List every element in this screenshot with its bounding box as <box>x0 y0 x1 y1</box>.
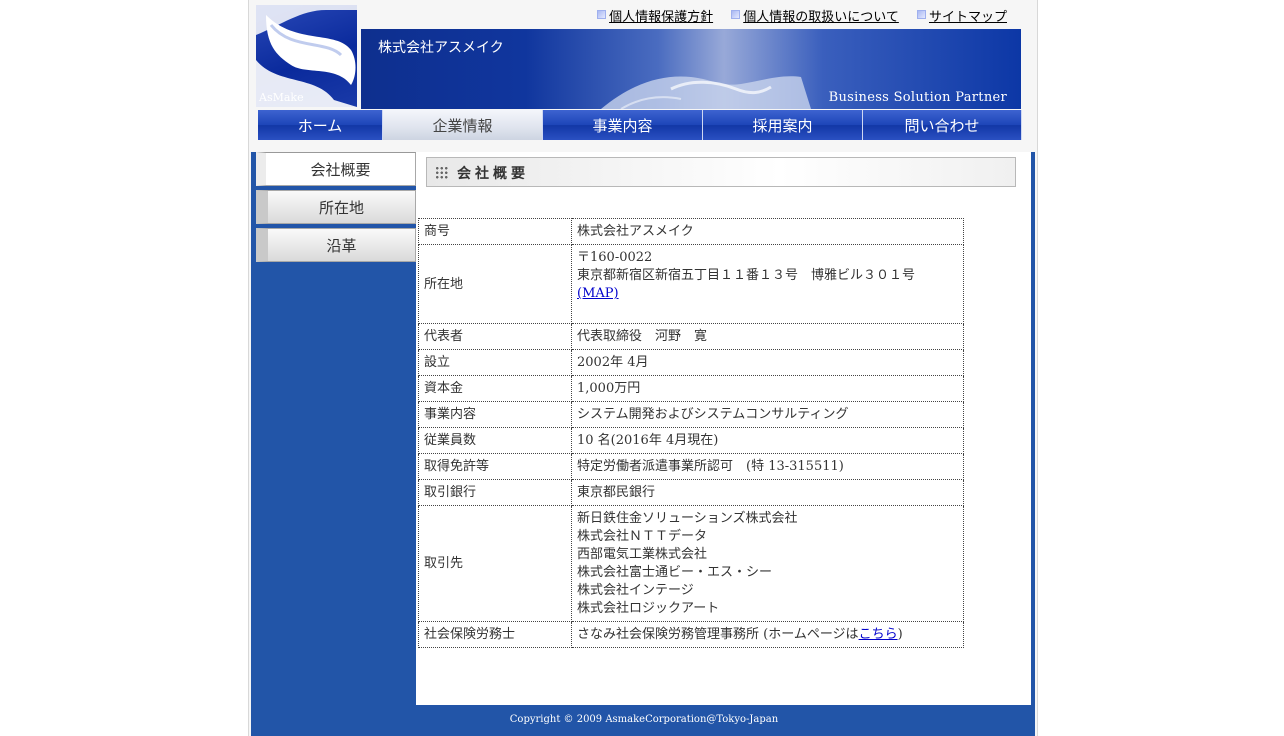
table-row: 設立 2002年 4月 <box>418 349 964 376</box>
section-title: 会社概要 <box>457 166 529 182</box>
table-row: 商号 株式会社アスメイク <box>418 218 964 245</box>
header-banner: 株式会社アスメイク Business Solution Partner <box>361 29 1021 109</box>
nav-company-info[interactable]: 企業情報 <box>383 110 543 140</box>
clients-cell: 新日鉄住金ソリューションズ株式会社 株式会社ＮＴＴデータ 西部電気工業株式会社 … <box>571 505 964 622</box>
table-row: 取引銀行 東京都民銀行 <box>418 479 964 506</box>
row-value: 代表取締役 河野 寛 <box>571 323 964 350</box>
table-row: 取得免許等 特定労働者派遣事業所認可 (特 13-315511) <box>418 453 964 480</box>
client-item: 株式会社富士通ビー・エス・シー <box>577 565 773 580</box>
client-item: 株式会社ＮＴＴデータ <box>577 529 708 544</box>
nav-business[interactable]: 事業内容 <box>543 110 703 140</box>
sharoushi-suffix: ) <box>897 627 903 642</box>
company-name: 株式会社アスメイク <box>378 40 504 56</box>
table-row: 事業内容 システム開発およびシステムコンサルティング <box>418 401 964 428</box>
nav-contact[interactable]: 問い合わせ <box>863 110 1022 140</box>
client-item: 西部電気工業株式会社 <box>577 547 708 562</box>
top-links: 個人情報保護方針 個人情報の取扱いについて サイトマップ <box>583 6 1007 25</box>
row-value: 特定労働者派遣事業所認可 (特 13-315511) <box>571 453 964 480</box>
footer-copyright: Copyright © 2009 AsmakeCorporation@Tokyo… <box>509 714 779 725</box>
section-header: 会社概要 <box>426 157 1016 187</box>
client-item: 株式会社ロジックアート <box>577 601 720 616</box>
bullet-icon <box>597 10 607 19</box>
company-logo[interactable]: AsMake <box>256 5 357 107</box>
row-label: 設立 <box>418 349 572 376</box>
nav-home[interactable]: ホーム <box>258 110 383 140</box>
sitemap-link[interactable]: サイトマップ <box>929 10 1007 25</box>
row-label: 商号 <box>418 218 572 245</box>
company-info-table: 商号 株式会社アスメイク 所在地 〒160-0022 東京都新宿区新宿五丁目１１… <box>418 218 964 648</box>
row-value: システム開発およびシステムコンサルティング <box>571 401 964 428</box>
bullet-icon <box>916 10 926 19</box>
nav-recruit[interactable]: 採用案内 <box>703 110 863 140</box>
row-value: 10 名(2016年 4月現在) <box>571 427 964 454</box>
tagline: Business Solution Partner <box>828 90 1007 105</box>
row-value: 2002年 4月 <box>571 349 964 376</box>
map-link[interactable]: (MAP) <box>577 286 619 301</box>
privacy-policy-link[interactable]: 個人情報保護方針 <box>609 10 713 25</box>
row-value: 1,000万円 <box>571 375 964 402</box>
sharoushi-name: さなみ社会保険労務管理事務所 (ホームページは <box>577 627 859 642</box>
table-row: 資本金 1,000万円 <box>418 375 964 402</box>
row-label: 事業内容 <box>418 401 572 428</box>
row-label: 取引銀行 <box>418 479 572 506</box>
row-label: 取得免許等 <box>418 453 572 480</box>
row-label: 取引先 <box>418 505 572 622</box>
address-cell: 〒160-0022 東京都新宿区新宿五丁目１１番１３号 博雅ビル３０１号 (MA… <box>571 244 964 324</box>
row-label: 従業員数 <box>418 427 572 454</box>
logo-text: AsMake <box>259 91 304 104</box>
homepage-link[interactable]: こちら <box>859 627 898 642</box>
sidenav-location[interactable]: 所在地 <box>256 190 416 224</box>
table-row: 社会保険労務士 さなみ社会保険労務管理事務所 (ホームページはこちら) <box>418 621 964 648</box>
table-row: 代表者 代表取締役 河野 寛 <box>418 323 964 350</box>
grid-icon <box>435 166 448 179</box>
client-item: 新日鉄住金ソリューションズ株式会社 <box>577 511 798 526</box>
sharoushi-cell: さなみ社会保険労務管理事務所 (ホームページはこちら) <box>571 621 964 648</box>
sidenav-company-overview[interactable]: 会社概要 <box>256 152 416 186</box>
address-line: 東京都新宿区新宿五丁目１１番１３号 博雅ビル３０１号 <box>577 268 916 283</box>
main-content: 会社概要 商号 株式会社アスメイク 所在地 〒160-0022 東京都新宿区新宿… <box>416 152 1031 705</box>
bullet-icon <box>731 10 741 19</box>
row-value: 株式会社アスメイク <box>571 218 964 245</box>
row-label: 代表者 <box>418 323 572 350</box>
row-label: 資本金 <box>418 375 572 402</box>
row-label: 所在地 <box>418 244 572 324</box>
client-item: 株式会社インテージ <box>577 583 694 598</box>
table-row: 取引先 新日鉄住金ソリューションズ株式会社 株式会社ＮＴＴデータ 西部電気工業株… <box>418 505 964 622</box>
table-row: 従業員数 10 名(2016年 4月現在) <box>418 427 964 454</box>
row-label: 社会保険労務士 <box>418 621 572 648</box>
postal-code: 〒160-0022 <box>577 250 653 265</box>
row-value: 東京都民銀行 <box>571 479 964 506</box>
sidenav-history[interactable]: 沿革 <box>256 228 416 262</box>
table-row: 所在地 〒160-0022 東京都新宿区新宿五丁目１１番１３号 博雅ビル３０１号… <box>418 244 964 324</box>
page-container: 個人情報保護方針 個人情報の取扱いについて サイトマップ AsMake 株式会社… <box>248 0 1038 736</box>
personal-info-handling-link[interactable]: 個人情報の取扱いについて <box>743 10 899 25</box>
main-nav: ホーム 企業情報 事業内容 採用案内 問い合わせ <box>258 110 1022 140</box>
